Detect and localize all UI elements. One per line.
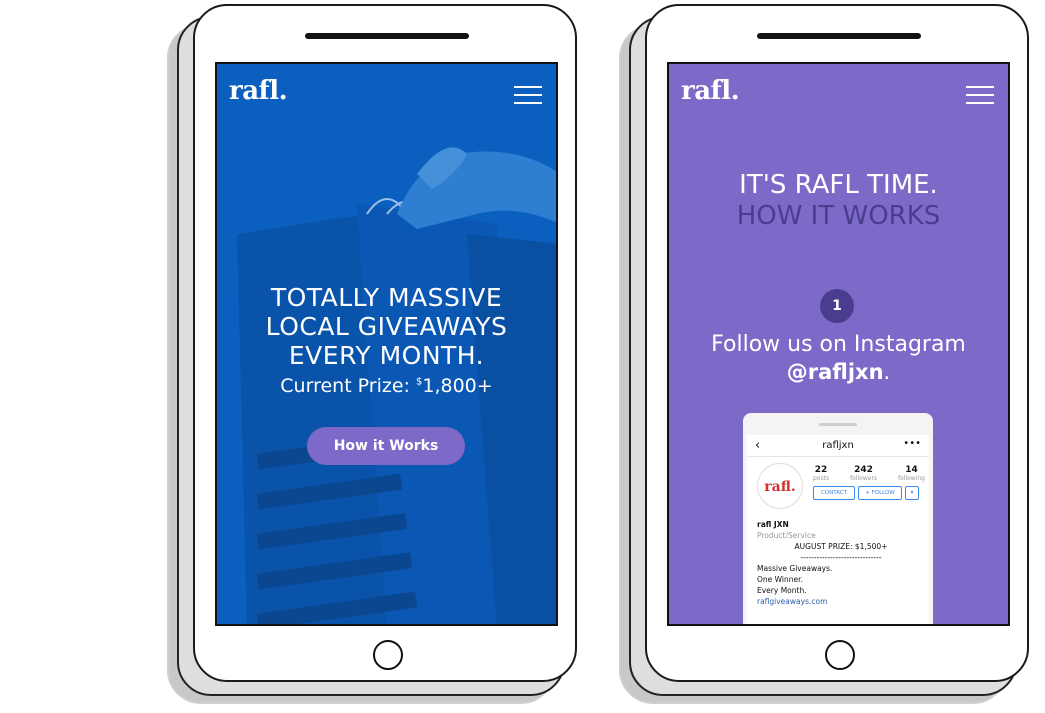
dropdown-icon[interactable]: ▾ — [905, 486, 919, 500]
preview-notch — [819, 423, 857, 426]
instagram-profile-preview: ‹ rafljxn ••• rafl. 22 posts 242 followers… — [743, 413, 933, 624]
bio-divider: ------------------------------ — [800, 553, 882, 562]
prize-label: Current Prize: — [280, 375, 416, 397]
phone-body: rafl. TOTALLY MASSIVE LOCAL GIVEAWAYS EV… — [193, 4, 577, 682]
bio-name: rafl JXN — [757, 520, 789, 529]
bio-prize: AUGUST PRIZE: $1,500+ — [794, 542, 888, 551]
stat-following[interactable]: 14 following — [898, 465, 925, 482]
profile-actions: CONTACT + FOLLOW ▾ — [813, 486, 925, 500]
bio-line: Every Month. — [757, 586, 807, 595]
follow-button[interactable]: + FOLLOW — [858, 486, 902, 500]
speaker-grille — [757, 33, 921, 39]
handle-period: . — [883, 360, 891, 384]
bio-line: One Winner. — [757, 575, 803, 584]
stat-label: followers — [850, 475, 878, 482]
stat-label: posts — [813, 475, 830, 482]
hero-headline: TOTALLY MASSIVE LOCAL GIVEAWAYS EVERY MO… — [217, 283, 556, 370]
stat-followers[interactable]: 242 followers — [850, 465, 877, 482]
bio-line: Massive Giveaways. — [757, 564, 833, 573]
hamburger-menu-icon[interactable] — [514, 86, 542, 104]
hero-line: EVERY MONTH. — [288, 341, 485, 370]
rafl-logo[interactable]: rafl. — [229, 76, 288, 106]
phone-mockup-left: rafl. TOTALLY MASSIVE LOCAL GIVEAWAYS EV… — [167, 4, 577, 709]
section-subtitle: HOW IT WORKS — [736, 201, 941, 231]
more-options-icon[interactable]: ••• — [903, 438, 921, 449]
stat-posts[interactable]: 22 posts — [813, 465, 829, 482]
how-it-works-button[interactable]: How it Works — [307, 427, 465, 465]
instagram-username: rafljxn — [822, 440, 854, 451]
step-text: Follow us on Instagram — [711, 332, 966, 357]
hero-line: LOCAL GIVEAWAYS — [265, 312, 508, 341]
stat-value: 14 — [905, 465, 918, 475]
mockup-stage: rafl. TOTALLY MASSIVE LOCAL GIVEAWAYS EV… — [0, 0, 1045, 713]
bio-category: Product/Service — [757, 531, 816, 540]
hamburger-menu-icon[interactable] — [966, 86, 994, 104]
stat-value: 242 — [854, 465, 873, 475]
prize-value: 1,800+ — [422, 375, 493, 397]
stat-value: 22 — [814, 465, 828, 475]
instagram-profile-card: ‹ rafljxn ••• rafl. 22 posts 242 followers… — [747, 435, 929, 624]
phone-screen: rafl. TOTALLY MASSIVE LOCAL GIVEAWAYS EV… — [215, 62, 558, 626]
speaker-grille — [305, 33, 469, 39]
contact-button[interactable]: CONTACT — [813, 486, 855, 500]
bio-link[interactable]: raflgiveaways.com — [757, 596, 925, 607]
rafl-logo[interactable]: rafl. — [681, 76, 740, 106]
phone-mockup-right: rafl. IT'S RAFL TIME. HOW IT WORKS 1 Fol… — [619, 4, 1029, 709]
stat-label: following — [898, 475, 925, 482]
home-button[interactable] — [373, 640, 403, 670]
avatar[interactable]: rafl. — [757, 463, 803, 509]
current-prize: Current Prize: $1,800+ — [217, 375, 556, 397]
step-number-badge: 1 — [820, 289, 854, 323]
instagram-handle[interactable]: @rafljxn. — [669, 360, 1008, 384]
profile-stats: 22 posts 242 followers 14 following — [813, 465, 925, 482]
phone-screen: rafl. IT'S RAFL TIME. HOW IT WORKS 1 Fol… — [667, 62, 1010, 626]
phone-body: rafl. IT'S RAFL TIME. HOW IT WORKS 1 Fol… — [645, 4, 1029, 682]
section-title: IT'S RAFL TIME. — [739, 170, 938, 200]
instagram-header: ‹ rafljxn ••• — [747, 435, 929, 457]
hero-line: TOTALLY MASSIVE — [270, 283, 503, 312]
profile-bio: rafl JXN Product/Service AUGUST PRIZE: $… — [757, 519, 925, 607]
home-button[interactable] — [825, 640, 855, 670]
handle-text[interactable]: @rafljxn — [787, 360, 884, 384]
